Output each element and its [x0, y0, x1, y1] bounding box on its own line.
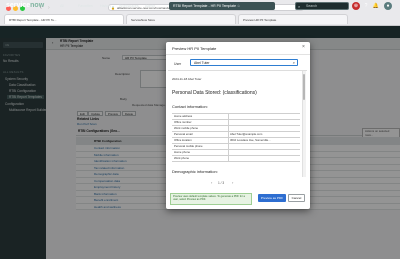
row-key: Home phone	[174, 150, 191, 154]
row-key: Work phone	[174, 156, 190, 160]
logo-text: service	[6, 2, 31, 9]
forward-icon[interactable]: ›	[48, 5, 50, 11]
previous-page-icon[interactable]: ‹	[211, 180, 212, 185]
lock-icon: 🔒	[111, 6, 115, 10]
global-search-input[interactable]: ⌕ Search	[295, 2, 349, 10]
nav-history[interactable]: History	[100, 4, 111, 8]
scope-icon[interactable]: ⊕	[352, 2, 360, 10]
nav-workspaces[interactable]: Workspaces	[119, 4, 139, 8]
browser-tab[interactable]: Preview HR PII Template	[238, 14, 348, 24]
current-record-pill[interactable]: RTBI Report Template - HR PII Template ☆	[169, 2, 275, 10]
preview-as-pdf-button[interactable]: Preview as PDF	[258, 194, 286, 202]
row-key: Personal mobile phone	[174, 144, 203, 148]
preview-scrollbar-thumb[interactable]	[303, 74, 305, 100]
divider	[166, 54, 310, 55]
row-key: Personal email	[174, 132, 193, 136]
demographic-section-heading: Demographic information:	[172, 169, 218, 174]
nav-admin[interactable]: Admin	[145, 4, 155, 8]
lookup-icon[interactable]: ⌕	[293, 60, 295, 66]
row-key: Office location	[174, 138, 192, 142]
search-placeholder: Search	[306, 4, 318, 8]
contact-section-heading: Contact information:	[172, 104, 208, 109]
info-notice: Preview uses default template values. To…	[170, 193, 252, 205]
cancel-button[interactable]: Cancel	[288, 194, 305, 202]
user-reference-input[interactable]: Abel Tuter ⌕	[190, 59, 298, 66]
preview-date-line: 2024-11-18 Abel Tuter	[172, 77, 202, 81]
preview-main-heading: Personal Data Stored: (classifications)	[172, 90, 257, 96]
help-icon[interactable]: ?	[362, 2, 370, 10]
user-avatar[interactable]: ●	[384, 2, 392, 10]
contact-table: Home address Office number Work mobile p…	[172, 113, 300, 162]
row-key: Office number	[174, 120, 192, 124]
tab-strip: RTBI Report Template - HR PII Te... Serv…	[0, 13, 400, 25]
nav-all[interactable]: All	[60, 4, 64, 8]
user-label: User	[174, 62, 182, 66]
row-value: Abel.Tuter@example.com	[230, 132, 263, 136]
browser-tab[interactable]: ServiceNow Store	[126, 14, 236, 24]
row-value: 3010 Lovelace Ave, Somerville...	[230, 138, 271, 142]
table-row: Work phone	[172, 156, 300, 162]
page-indicator: 1 / 3	[218, 181, 225, 185]
template-preview-pane[interactable]: 2024-11-18 Abel Tuter Personal Data Stor…	[168, 70, 307, 177]
row-key: Work mobile phone	[174, 126, 199, 130]
browser-tab-active[interactable]: RTBI Report Template - HR PII Te...	[4, 14, 124, 24]
close-icon[interactable]: ×	[302, 44, 305, 50]
logo-accent-text: now	[30, 2, 45, 9]
dialog-title: Preview HR PII Template	[172, 46, 217, 51]
preview-template-dialog: Preview HR PII Template × User Abel Tute…	[166, 42, 310, 209]
row-key: Home address	[174, 114, 193, 118]
servicenow-logo[interactable]: servicenow	[6, 2, 44, 9]
next-page-icon[interactable]: ›	[232, 180, 233, 185]
nav-favorites[interactable]: Favorites	[78, 4, 93, 8]
user-value: Abel Tuter	[194, 61, 210, 65]
notifications-icon[interactable]: 🔔	[372, 2, 380, 10]
search-icon: ⌕	[298, 4, 301, 9]
